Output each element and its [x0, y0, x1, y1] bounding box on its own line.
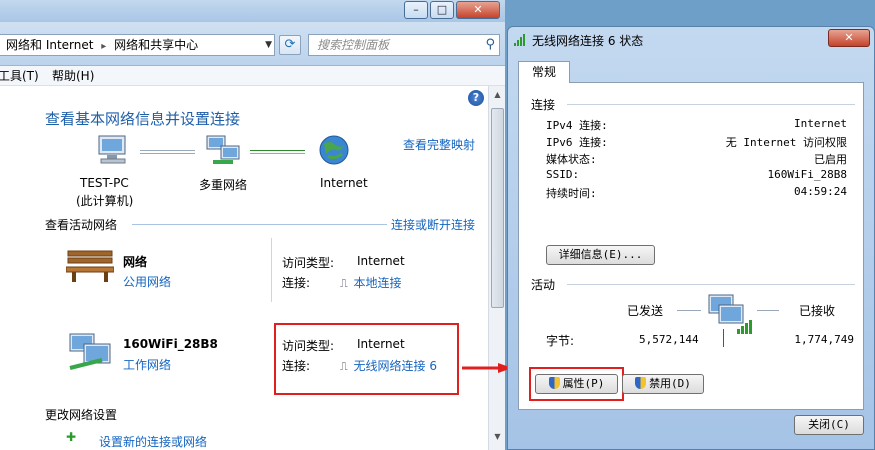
vertical-scrollbar[interactable]: ▲ ▼ — [488, 86, 505, 450]
map-pc-name: TEST-PC — [80, 176, 129, 190]
close-dialog-button[interactable]: 关闭(C) — [794, 415, 864, 435]
disable-button[interactable]: 禁用(D) — [622, 374, 704, 394]
network-column-divider — [271, 238, 272, 302]
page-title: 查看基本网络信息并设置连接 — [45, 110, 241, 128]
general-panel: 连接 IPv4 连接: Internet IPv6 连接: 无 Internet… — [518, 82, 864, 410]
network-1-access-label: 访问类型: — [282, 256, 335, 270]
scroll-thumb[interactable] — [491, 108, 504, 308]
maximize-button[interactable]: □ — [430, 1, 454, 19]
network-sharing-center-window: – □ ✕ 网络和 Internet ▸ 网络和共享中心 ▼ ⟳ 搜索控制面板 … — [0, 0, 505, 450]
network-1-conn-value: 本地连接 — [353, 276, 402, 290]
map-multiple-networks: 多重网络 — [199, 178, 248, 192]
ipv6-label: IPv6 连接: — [546, 136, 608, 149]
group-line — [567, 284, 855, 285]
menu-help[interactable]: 帮助(H) — [52, 66, 94, 86]
sent-label: 已发送 — [627, 304, 664, 318]
highlight-box-properties — [529, 367, 624, 401]
red-arrow-icon — [462, 363, 512, 373]
bytes-label: 字节: — [546, 334, 575, 348]
dialog-close-icon[interactable]: ✕ — [828, 29, 870, 47]
setup-connection-link[interactable]: 设置新的连接或网络 — [99, 433, 207, 450]
chevron-down-icon[interactable]: ▼ — [265, 35, 272, 55]
wireless-network-icon — [69, 333, 111, 370]
search-placeholder: 搜索控制面板 — [317, 38, 390, 52]
help-icon[interactable]: ? — [468, 90, 484, 106]
network-1-access-value: Internet — [357, 254, 405, 268]
wireless-status-dialog: 无线网络连接 6 状态 ✕ 常规 连接 IPv4 连接: Internet IP… — [507, 26, 875, 450]
search-input[interactable]: 搜索控制面板 ⚲ — [308, 34, 500, 56]
bytes-sent-value: 5,572,144 — [639, 333, 699, 346]
bytes-divider — [723, 329, 724, 347]
view-full-map-link[interactable]: 查看完整映射 — [403, 136, 475, 153]
computer-icon — [98, 135, 126, 164]
main-content: ? 查看基本网络信息并设置连接 查看完整映射 TEST-PC (此计算机) 多重… — [0, 86, 488, 450]
received-label: 已接收 — [799, 304, 836, 318]
breadcrumb[interactable]: 网络和 Internet ▸ 网络和共享中心 ▼ — [0, 34, 275, 56]
disable-button-label: 禁用(D) — [649, 377, 691, 390]
multiple-networks-icon — [206, 135, 240, 164]
duration-value: 04:59:24 — [794, 185, 847, 198]
received-line — [757, 310, 779, 311]
search-icon[interactable]: ⚲ — [485, 35, 495, 55]
globe-icon — [319, 135, 349, 165]
menu-bar: 工具(T) 帮助(H) — [0, 66, 505, 86]
media-state-label: 媒体状态: — [546, 153, 597, 166]
menu-tools[interactable]: 工具(T) — [0, 66, 39, 86]
network-2-type-link[interactable]: 工作网络 — [123, 356, 171, 373]
group-connection-title: 连接 — [531, 98, 556, 112]
highlight-box-connection — [274, 323, 459, 395]
network-1-conn-label: 连接: — [282, 276, 311, 290]
ethernet-icon: ⎍ — [340, 277, 348, 290]
map-link-line — [140, 150, 195, 154]
scroll-down-icon[interactable]: ▼ — [491, 430, 504, 444]
breadcrumb-item-network-internet[interactable]: 网络和 Internet — [6, 38, 93, 52]
chevron-right-icon: ▸ — [101, 41, 107, 52]
scroll-up-icon[interactable]: ▲ — [491, 88, 504, 102]
ssid-value: 160WiFi_28B8 — [767, 168, 847, 181]
ipv4-value: Internet — [794, 117, 847, 130]
refresh-icon: ⟳ — [284, 37, 296, 52]
map-pc-sub: (此计算机) — [76, 194, 134, 208]
activity-computers-icon — [708, 294, 752, 334]
group-activity-title: 活动 — [531, 278, 556, 292]
minimize-button[interactable]: – — [404, 1, 428, 19]
title-bar: – □ ✕ — [0, 0, 505, 22]
network-1-conn-link[interactable]: ⎍ 本地连接 — [340, 274, 402, 291]
section-divider — [132, 224, 387, 225]
breadcrumb-item-sharing-center[interactable]: 网络和共享中心 — [114, 38, 198, 52]
map-link-line-internet — [250, 150, 305, 154]
bench-icon — [66, 250, 114, 282]
address-bar: 网络和 Internet ▸ 网络和共享中心 ▼ ⟳ 搜索控制面板 ⚲ — [0, 22, 505, 66]
group-line — [567, 104, 855, 105]
signal-bars-icon — [514, 34, 528, 46]
add-connection-icon: ✚ — [66, 430, 77, 444]
shield-icon — [635, 377, 647, 389]
ipv6-value: 无 Internet 访问权限 — [725, 136, 847, 149]
close-button[interactable]: ✕ — [456, 1, 500, 19]
change-settings-title: 更改网络设置 — [45, 408, 118, 422]
refresh-button[interactable]: ⟳ — [279, 35, 301, 55]
ipv4-label: IPv4 连接: — [546, 119, 608, 132]
network-1-name: 网络 — [123, 255, 148, 269]
bytes-received-value: 1,774,749 — [794, 333, 854, 346]
dialog-title: 无线网络连接 6 状态 — [532, 34, 644, 48]
details-button[interactable]: 详细信息(E)... — [546, 245, 655, 265]
connect-disconnect-link[interactable]: 连接或断开连接 — [391, 216, 475, 233]
map-internet: Internet — [320, 176, 368, 190]
network-2-name: 160WiFi_28B8 — [123, 337, 218, 351]
active-networks-title: 查看活动网络 — [45, 218, 118, 232]
sent-line — [677, 310, 701, 311]
ssid-label: SSID: — [546, 168, 580, 181]
tab-general[interactable]: 常规 — [518, 61, 570, 83]
duration-label: 持续时间: — [546, 187, 597, 200]
network-1-type-link[interactable]: 公用网络 — [123, 273, 171, 290]
media-state-value: 已启用 — [814, 153, 847, 166]
